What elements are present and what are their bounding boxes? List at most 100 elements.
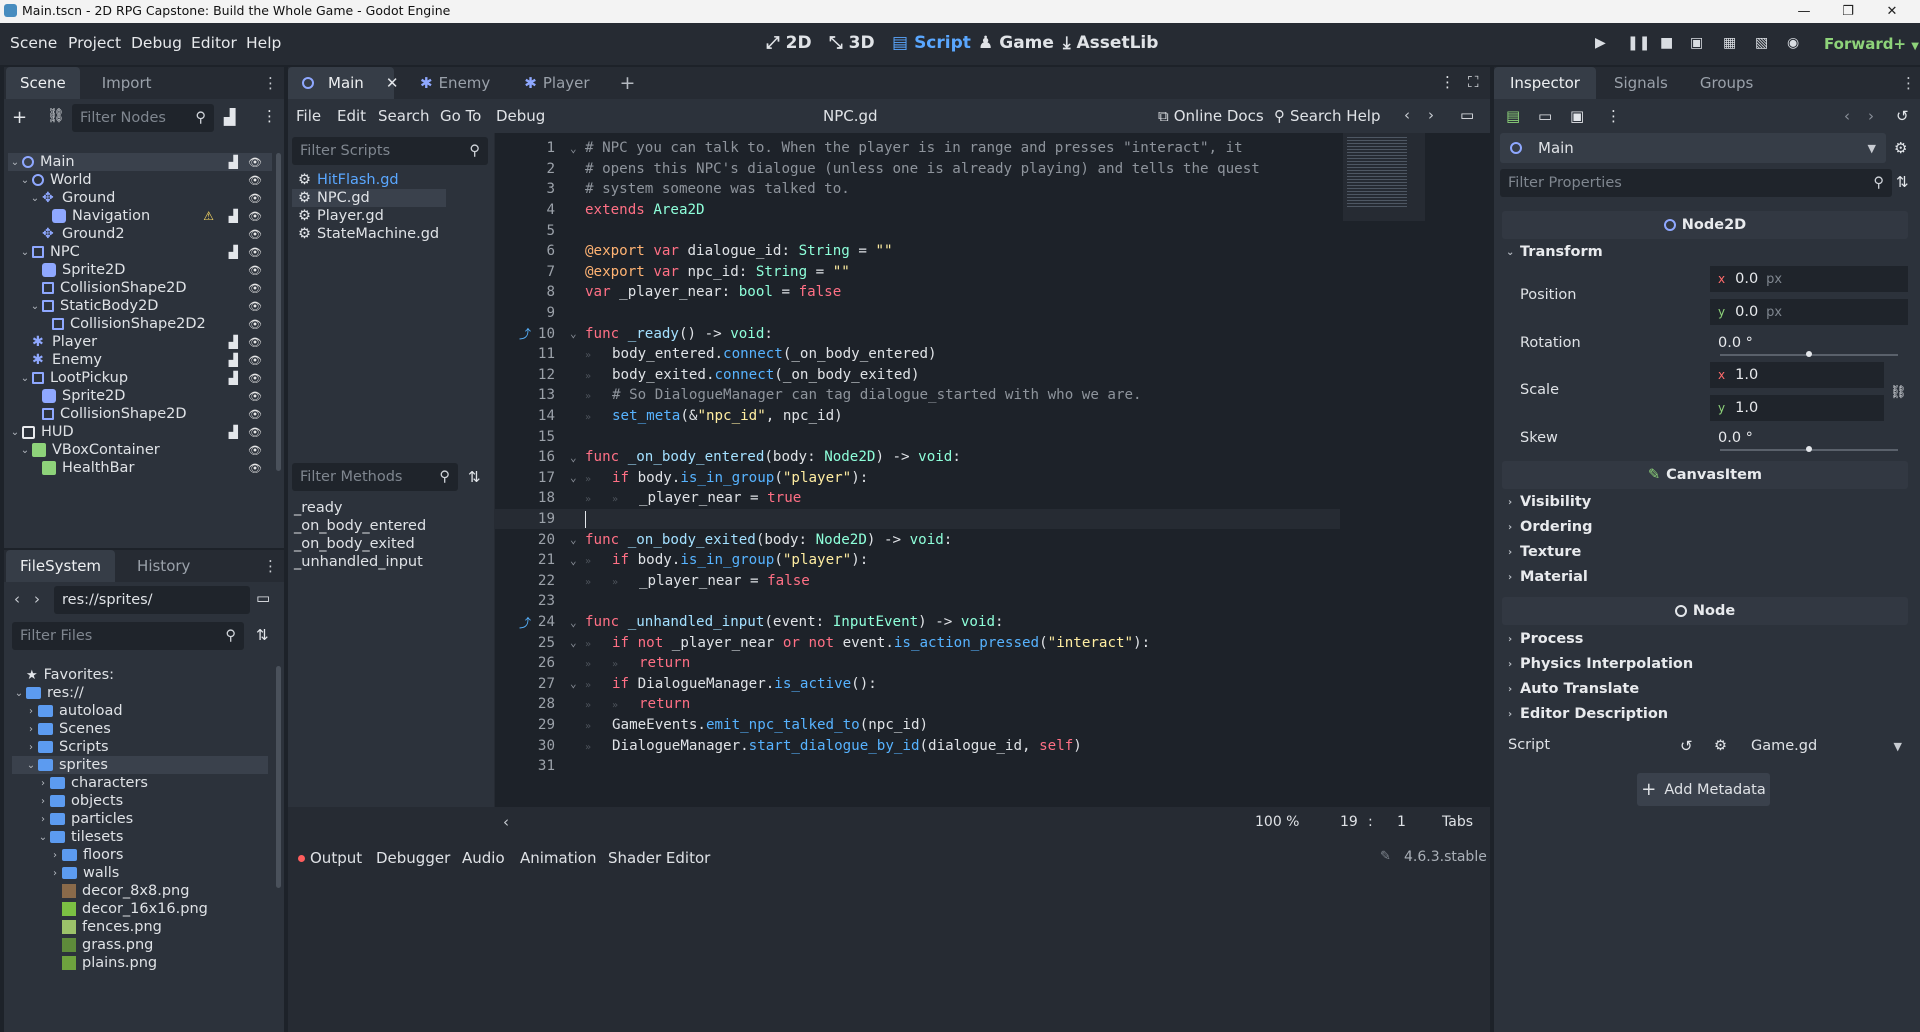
script-attached-icon[interactable]: ▟ (229, 209, 238, 223)
bottom-tab-output[interactable]: Output (298, 849, 362, 867)
script-list-item[interactable]: ⚙ StateMachine.gd (292, 225, 446, 243)
indent-mode[interactable]: Tabs (1442, 814, 1473, 830)
position-y-field[interactable]: y 0.0 px (1710, 299, 1908, 325)
code-line[interactable]: 11 » body_entered.connect(_on_body_entere… (495, 344, 1340, 365)
visibility-icon[interactable]: 👁 (248, 354, 262, 367)
code-line[interactable]: 19 (495, 508, 1340, 530)
object-selector[interactable]: Main ▼ (1500, 133, 1886, 163)
toggle-method-panel-icon[interactable]: ‹ (503, 813, 509, 831)
mode-assetlib-button[interactable]: ⤓ AssetLib (1063, 33, 1158, 53)
scene-tabs-menu-icon[interactable]: ⋮ (1440, 73, 1455, 91)
visibility-icon[interactable]: 👁 (248, 174, 262, 187)
chevron-down-icon[interactable]: ⌄ (36, 832, 50, 843)
fold-chevron-icon[interactable]: ⌄ (570, 451, 577, 464)
group-transform[interactable]: ⌄ Transform (1506, 244, 1603, 260)
script-attached-icon[interactable]: ▟ (229, 371, 238, 385)
chevron-down-icon[interactable]: ⌄ (18, 373, 32, 384)
fold-chevron-icon[interactable]: ⌄ (570, 677, 577, 690)
chevron-right-icon[interactable]: › (24, 724, 38, 735)
toggle-scripts-panel-icon[interactable]: ▭ (1460, 106, 1474, 124)
filesystem-scrollbar[interactable] (276, 666, 281, 888)
script-menu-goto[interactable]: Go To (440, 107, 481, 125)
fold-chevron-icon[interactable]: ⌄ (570, 636, 577, 649)
file-item[interactable]: plains.png (12, 954, 268, 972)
visibility-icon[interactable]: 👁 (248, 426, 262, 439)
code-line[interactable]: 24 ⤴ ⌄ func _unhandled_input(event: InputEv… (495, 612, 1340, 633)
inspector-menu-icon[interactable]: ⋮ (1606, 107, 1621, 125)
method-list-item[interactable]: _ready (294, 499, 342, 517)
add-metadata-button[interactable]: + Add Metadata (1637, 773, 1770, 806)
visibility-icon[interactable]: 👁 (248, 210, 262, 223)
menu-debug[interactable]: Debug (131, 34, 182, 52)
folder-item[interactable]: › Scripts (12, 738, 268, 756)
minimize-button[interactable]: — (1784, 0, 1824, 23)
menu-scene[interactable]: Scene (10, 34, 57, 52)
scene-tree-node[interactable]: Sprite2D 👁 (8, 387, 272, 405)
renderer-select[interactable]: Forward+ ▼ (1824, 35, 1919, 53)
scene-tree-node[interactable]: ✱ Enemy 👁 ▟ (8, 351, 272, 369)
fold-chevron-icon[interactable]: ⌄ (570, 327, 577, 340)
folder-item[interactable]: › particles (12, 810, 268, 828)
visibility-icon[interactable]: 👁 (248, 444, 262, 457)
chevron-right-icon[interactable]: › (36, 796, 50, 807)
stop-icon[interactable]: ■ (1660, 35, 1673, 51)
search-help-button[interactable]: ⚲ Search Help (1274, 107, 1381, 125)
bottom-tab-shader-editor[interactable]: Shader Editor (608, 849, 710, 867)
online-docs-button[interactable]: ⧉ Online Docs (1158, 107, 1264, 125)
scene-tab-player[interactable]: ✱ Player (504, 67, 603, 99)
scene-tree-node[interactable]: ⌄ NPC 👁 ▟ (8, 243, 272, 261)
back-icon[interactable]: ‹ (14, 590, 20, 608)
group-texture[interactable]: › Texture (1506, 544, 1581, 560)
pause-icon[interactable]: ❚❚ (1627, 35, 1650, 51)
close-window-button[interactable]: ✕ (1872, 0, 1912, 23)
fold-chevron-icon[interactable]: ⌄ (570, 471, 577, 484)
fold-chevron-icon[interactable]: ⌄ (570, 616, 577, 629)
minimap[interactable] (1343, 133, 1425, 221)
chevron-down-icon[interactable]: ⌄ (18, 175, 32, 186)
file-item[interactable]: grass.png (12, 936, 268, 954)
scene-tree-node[interactable]: ⌄ HUD 👁 ▟ (8, 423, 272, 441)
dock-menu-icon[interactable]: ⋮ (263, 557, 278, 575)
scene-menu-icon[interactable]: ⋮ (262, 107, 277, 125)
node-info-icon[interactable]: ⚙ (1894, 139, 1907, 157)
dock-menu-icon[interactable]: ⋮ (263, 74, 278, 92)
script-attached-icon[interactable]: ▟ (229, 353, 238, 367)
folder-item[interactable]: › walls (12, 864, 268, 882)
code-line[interactable]: 9 (495, 303, 1340, 324)
code-line[interactable]: 8 var _player_near: bool = false (495, 282, 1340, 303)
code-line[interactable]: 1 ⌄ # NPC you can talk to. When the player… (495, 138, 1340, 159)
code-line[interactable]: 6 @export var dialogue_id: String = "" (495, 241, 1340, 262)
scene-tree-node[interactable]: HealthBar 👁 (8, 459, 272, 477)
scene-tree-node[interactable]: Navigation 👁 ⚠ ▟ (8, 207, 272, 225)
forward-icon[interactable]: › (34, 590, 40, 608)
visibility-icon[interactable]: 👁 (248, 192, 262, 205)
script-list-item[interactable]: ⚙ HitFlash.gd (292, 171, 446, 189)
warning-icon[interactable]: ⚠ (203, 209, 214, 223)
code-line[interactable]: 18 » » _player_near = true (495, 488, 1340, 509)
folder-item[interactable]: › characters (12, 774, 268, 792)
chevron-down-icon[interactable]: ⌄ (28, 193, 42, 204)
filter-nodes-input[interactable]: Filter Nodes ⚲ (72, 104, 214, 132)
code-line[interactable]: 10 ⤴ ⌄ func _ready() -> void: (495, 323, 1340, 344)
visibility-icon[interactable]: 👁 (248, 462, 262, 475)
chevron-down-icon[interactable]: ⌄ (18, 247, 32, 258)
tab-groups[interactable]: Groups (1686, 67, 1767, 99)
menu-editor[interactable]: Editor (191, 34, 237, 52)
distraction-free-icon[interactable]: ⛶ (1468, 73, 1479, 91)
method-list-item[interactable]: _on_body_exited (294, 535, 415, 553)
tab-history[interactable]: History (115, 550, 204, 582)
visibility-icon[interactable]: 👁 (248, 282, 262, 295)
file-item[interactable]: fences.png (12, 918, 268, 936)
maximize-button[interactable]: ❐ (1828, 0, 1868, 23)
group-editor-description[interactable]: › Editor Description (1506, 706, 1668, 722)
filter-methods-input[interactable]: Filter Methods ⚲ (292, 463, 458, 491)
file-item[interactable]: decor_8x8.png (12, 882, 268, 900)
visibility-icon[interactable]: 👁 (248, 156, 262, 169)
split-view-icon[interactable]: ▭ (256, 589, 270, 607)
mode-game-button[interactable]: ♟ Game (978, 33, 1054, 53)
mode-3d-button[interactable]: ⤡ 3D (829, 33, 875, 53)
code-line[interactable]: 17 ⌄ » if body.is_in_group("player"): (495, 468, 1340, 489)
method-list-item[interactable]: _on_body_entered (294, 517, 426, 535)
file-item[interactable]: ★ Favorites: (12, 666, 268, 684)
menu-project[interactable]: Project (68, 34, 121, 52)
